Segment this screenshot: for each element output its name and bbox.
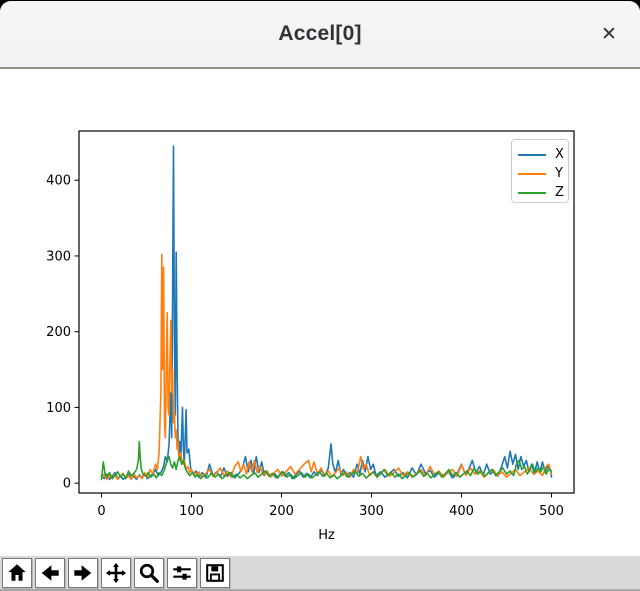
magnifier-icon — [138, 562, 160, 584]
figure-window: Accel[0] ✕ 0 100 200 300 400 500 0 100 200 300 400… — [0, 1, 640, 591]
legend-label-y: Y — [555, 166, 563, 181]
window-titlebar[interactable]: Accel[0] ✕ — [0, 1, 640, 69]
nav-toolbar — [0, 556, 640, 591]
toolbar-back-button[interactable] — [35, 558, 65, 588]
toolbar-zoom-button[interactable] — [134, 558, 164, 588]
arrow-right-icon — [72, 562, 94, 584]
legend-line-swatch-y — [518, 173, 546, 175]
window-title: Accel[0] — [278, 22, 361, 46]
toolbar-save-button[interactable] — [200, 558, 230, 588]
legend-label-z: Z — [555, 185, 564, 200]
x-axis-label: Hz — [318, 528, 335, 543]
screen: { "window": { "title": "Accel[0]", "clos… — [0, 0, 640, 591]
svg-text:200: 200 — [46, 325, 71, 340]
save-icon — [204, 562, 226, 584]
legend-label-x: X — [555, 147, 564, 162]
figure-canvas[interactable]: 0 100 200 300 400 500 0 100 200 300 400 Hz X Y Z — [0, 69, 640, 556]
svg-text:500: 500 — [539, 504, 564, 519]
legend-item-z: Z — [518, 183, 568, 202]
toolbar-forward-button[interactable] — [68, 558, 98, 588]
legend-item-y: Y — [518, 164, 568, 183]
toolbar-home-button[interactable] — [2, 558, 32, 588]
arrow-left-icon — [39, 562, 61, 584]
svg-text:400: 400 — [46, 174, 71, 189]
close-button[interactable]: ✕ — [592, 17, 626, 51]
sliders-icon — [171, 562, 193, 584]
svg-text:400: 400 — [449, 504, 474, 519]
svg-text:300: 300 — [46, 249, 71, 264]
toolbar-configure-button[interactable] — [167, 558, 197, 588]
svg-text:0: 0 — [63, 477, 71, 492]
svg-text:300: 300 — [359, 504, 384, 519]
legend-item-x: X — [518, 145, 568, 164]
legend: X Y Z — [511, 139, 569, 203]
svg-text:100: 100 — [46, 401, 71, 416]
toolbar-pan-button[interactable] — [101, 558, 131, 588]
svg-text:200: 200 — [269, 504, 294, 519]
svg-text:0: 0 — [97, 504, 105, 519]
svg-text:100: 100 — [179, 504, 204, 519]
legend-line-swatch-x — [518, 154, 546, 156]
home-icon — [6, 562, 28, 584]
move-icon — [105, 562, 127, 584]
legend-line-swatch-z — [518, 192, 546, 194]
